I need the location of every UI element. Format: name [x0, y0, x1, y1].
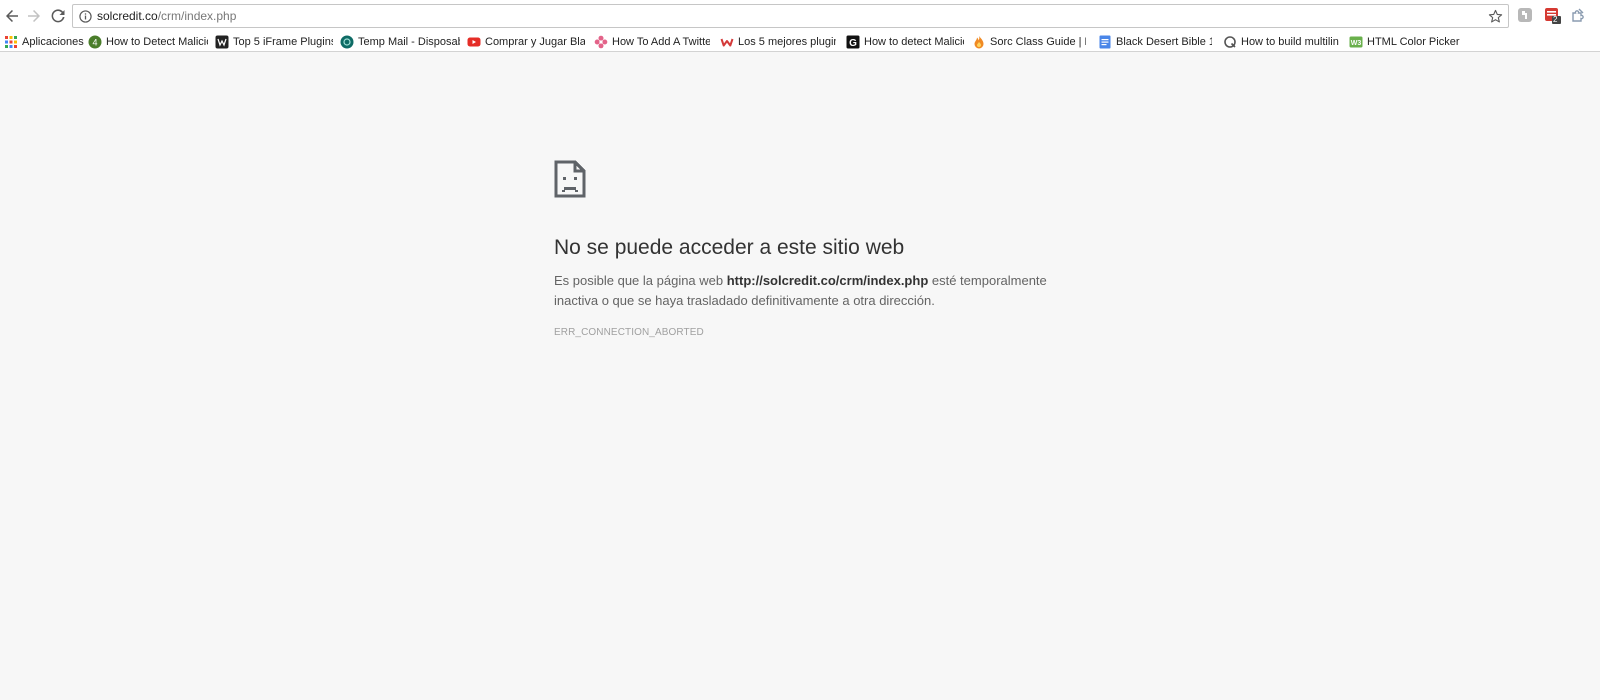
browser-toolbar: solcredit.co/crm/index.php 2: [0, 0, 1600, 32]
url-host: solcredit.co: [97, 9, 158, 23]
address-bar[interactable]: solcredit.co/crm/index.php: [72, 4, 1509, 28]
back-button[interactable]: [1, 5, 23, 27]
error-code: ERR_CONNECTION_ABORTED: [554, 327, 704, 338]
bookmark-label: How to build multiling: [1241, 35, 1339, 48]
reload-icon: [51, 9, 65, 23]
error-content: No se puede acceder a este sitio web Es …: [554, 160, 1074, 338]
bookmark-star-icon[interactable]: [1486, 7, 1504, 25]
bookmark-item[interactable]: How to build multiling: [1223, 32, 1349, 51]
svg-text:4: 4: [92, 37, 97, 47]
bookmark-label: How to Detect Malicio: [106, 35, 208, 48]
forward-button[interactable]: [23, 5, 45, 27]
bookmark-item[interactable]: G How to detect Malicio: [846, 32, 972, 51]
back-arrow-icon: [6, 10, 18, 22]
apps-grid-icon: [4, 35, 18, 49]
bookmark-item[interactable]: How To Add A Twitter: [594, 32, 720, 51]
extension-badge-count: 2: [1553, 15, 1558, 24]
google-docs-icon: [1098, 35, 1112, 49]
bookmark-label: Aplicaciones: [22, 35, 84, 48]
error-description: Es posible que la página web http://solc…: [554, 271, 1074, 311]
extension-red-badge-icon[interactable]: 2: [1544, 7, 1562, 25]
bookmark-item[interactable]: Top 5 iFrame Plugins: [215, 32, 340, 51]
q-circle-icon: [1223, 35, 1237, 49]
bookmark-item[interactable]: Los 5 mejores plugins: [720, 32, 846, 51]
extension-puzzle-icon[interactable]: [1570, 7, 1588, 25]
reload-button[interactable]: [47, 5, 69, 27]
info-icon[interactable]: [73, 5, 97, 27]
bookmark-item[interactable]: Sorc Class Guide | BD: [972, 32, 1098, 51]
sad-page-icon: [554, 160, 586, 198]
forward-arrow-icon: [28, 10, 40, 22]
url-text: solcredit.co/crm/index.php: [97, 5, 236, 27]
bookmark-item[interactable]: Temp Mail - Disposab: [340, 32, 467, 51]
bookmark-apps[interactable]: Aplicaciones: [4, 32, 88, 51]
error-url: http://solcredit.co/crm/index.php: [726, 273, 929, 288]
bookmark-label: Top 5 iFrame Plugins: [233, 35, 333, 48]
bookmark-label: Black Desert Bible 1.6: [1116, 35, 1212, 48]
svg-text:G: G: [849, 37, 857, 48]
bookmark-label: HTML Color Picker: [1367, 35, 1460, 48]
g-black-icon: G: [846, 35, 860, 49]
w3-green-icon: W3: [1349, 35, 1363, 49]
extension-grey-icon[interactable]: [1517, 7, 1535, 25]
bookmark-item[interactable]: Black Desert Bible 1.6: [1098, 32, 1223, 51]
w-red-icon: [720, 35, 734, 49]
globe-green-icon: 4: [88, 35, 102, 49]
url-path: /crm/index.php: [157, 9, 237, 23]
wordpress-dark-icon: [215, 35, 229, 49]
bookmark-label: Los 5 mejores plugins: [738, 35, 836, 48]
bookmark-label: How to detect Malicio: [864, 35, 964, 48]
error-heading: No se puede acceder a este sitio web: [554, 236, 905, 259]
error-desc-before: Es posible que la página web: [554, 273, 727, 288]
bookmark-item[interactable]: Comprar y Jugar Black: [467, 32, 594, 51]
bookmark-label: Comprar y Jugar Black: [485, 35, 585, 48]
bookmark-item[interactable]: 4 How to Detect Malicio: [88, 32, 215, 51]
bookmarks-bar: Aplicaciones 4 How to Detect Malicio Top…: [0, 32, 1600, 52]
flame-icon: [972, 35, 986, 49]
bookmark-label: Sorc Class Guide | BD: [990, 35, 1086, 48]
bookmark-label: Temp Mail - Disposab: [358, 35, 460, 48]
bookmark-item[interactable]: W3 HTML Color Picker: [1349, 32, 1460, 51]
svg-text:W3: W3: [1351, 40, 1362, 47]
tempmail-icon: [340, 35, 354, 49]
bookmark-label: How To Add A Twitter: [612, 35, 710, 48]
flower-pink-icon: [594, 35, 608, 49]
youtube-icon: [467, 35, 481, 49]
